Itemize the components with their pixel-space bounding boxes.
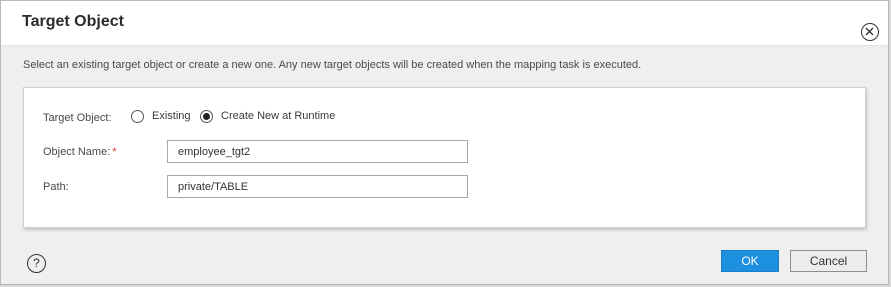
target-object-dialog: Target Object Select an existing target …	[0, 0, 889, 285]
object-name-label: Object Name: *	[43, 146, 117, 158]
dialog-header: Target Object	[1, 1, 888, 46]
object-name-label-text: Object Name:	[43, 146, 111, 158]
ok-button[interactable]: OK	[721, 250, 779, 272]
help-button[interactable]: ?	[27, 254, 46, 273]
radio-create-new-label[interactable]: Create New at Runtime	[221, 110, 335, 122]
object-name-input[interactable]	[167, 140, 468, 163]
target-object-panel: Target Object: Existing Create New at Ru…	[23, 87, 866, 228]
path-label: Path:	[43, 181, 69, 193]
radio-create-new-at-runtime[interactable]	[200, 110, 213, 123]
radio-existing-label[interactable]: Existing	[152, 110, 191, 122]
help-icon: ?	[33, 256, 40, 270]
dialog-title: Target Object	[22, 13, 124, 30]
path-input[interactable]	[167, 175, 468, 198]
radio-existing[interactable]	[131, 110, 144, 123]
cancel-button[interactable]: Cancel	[790, 250, 867, 272]
close-icon	[865, 27, 874, 36]
close-button[interactable]	[861, 23, 879, 41]
dialog-instructions: Select an existing target object or crea…	[23, 59, 642, 71]
required-indicator: *	[112, 146, 117, 158]
target-object-label: Target Object:	[43, 112, 112, 124]
